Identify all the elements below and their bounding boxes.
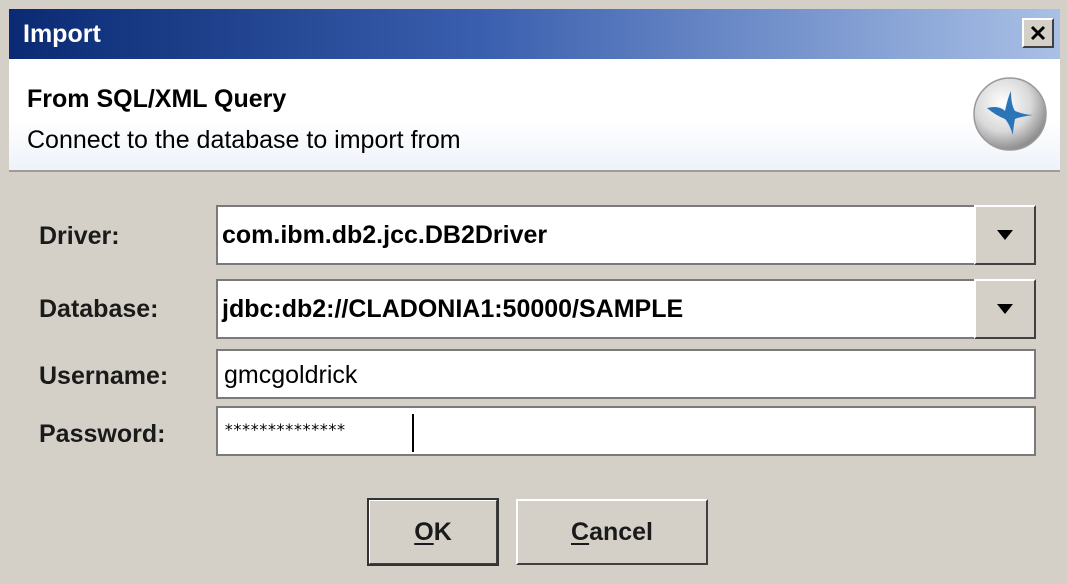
ok-button[interactable]: OK xyxy=(367,498,499,566)
password-label: Password: xyxy=(39,420,166,448)
cancel-mnemonic: C xyxy=(571,517,590,546)
username-field[interactable]: gmcgoldrick xyxy=(216,349,1036,399)
ok-button-label: OK xyxy=(414,518,452,547)
password-value: ************** xyxy=(224,420,346,439)
close-button[interactable] xyxy=(1022,18,1054,48)
driver-label: Driver: xyxy=(39,222,120,250)
database-combo[interactable]: jdbc:db2://CLADONIA1:50000/SAMPLE xyxy=(216,279,1036,339)
window-title: Import xyxy=(23,20,101,48)
header-banner: From SQL/XML Query Connect to the databa… xyxy=(9,59,1060,172)
import-dialog: Import From SQL/XML Query Connect to the… xyxy=(0,0,1067,584)
password-field[interactable]: ************** xyxy=(216,406,1036,456)
close-icon xyxy=(1030,25,1046,41)
text-caret xyxy=(412,414,414,452)
cancel-button-label: Cancel xyxy=(571,518,653,547)
chevron-down-icon xyxy=(997,304,1013,314)
driver-dropdown-button[interactable] xyxy=(974,205,1036,265)
driver-value: com.ibm.db2.jcc.DB2Driver xyxy=(222,221,548,249)
banner-title: From SQL/XML Query xyxy=(27,85,287,113)
cancel-label-rest: ancel xyxy=(589,517,653,546)
wizard-icon xyxy=(973,77,1047,151)
username-label: Username: xyxy=(39,362,169,390)
cancel-button[interactable]: Cancel xyxy=(516,499,708,565)
ok-label-rest: K xyxy=(433,517,452,546)
title-bar[interactable]: Import xyxy=(9,9,1060,59)
ok-mnemonic: O xyxy=(414,517,434,546)
chevron-down-icon xyxy=(997,230,1013,240)
username-value: gmcgoldrick xyxy=(224,361,358,389)
banner-subtitle: Connect to the database to import from xyxy=(27,126,461,154)
database-dropdown-button[interactable] xyxy=(974,279,1036,339)
database-value: jdbc:db2://CLADONIA1:50000/SAMPLE xyxy=(222,295,684,323)
database-label: Database: xyxy=(39,295,159,323)
driver-combo[interactable]: com.ibm.db2.jcc.DB2Driver xyxy=(216,205,1036,265)
